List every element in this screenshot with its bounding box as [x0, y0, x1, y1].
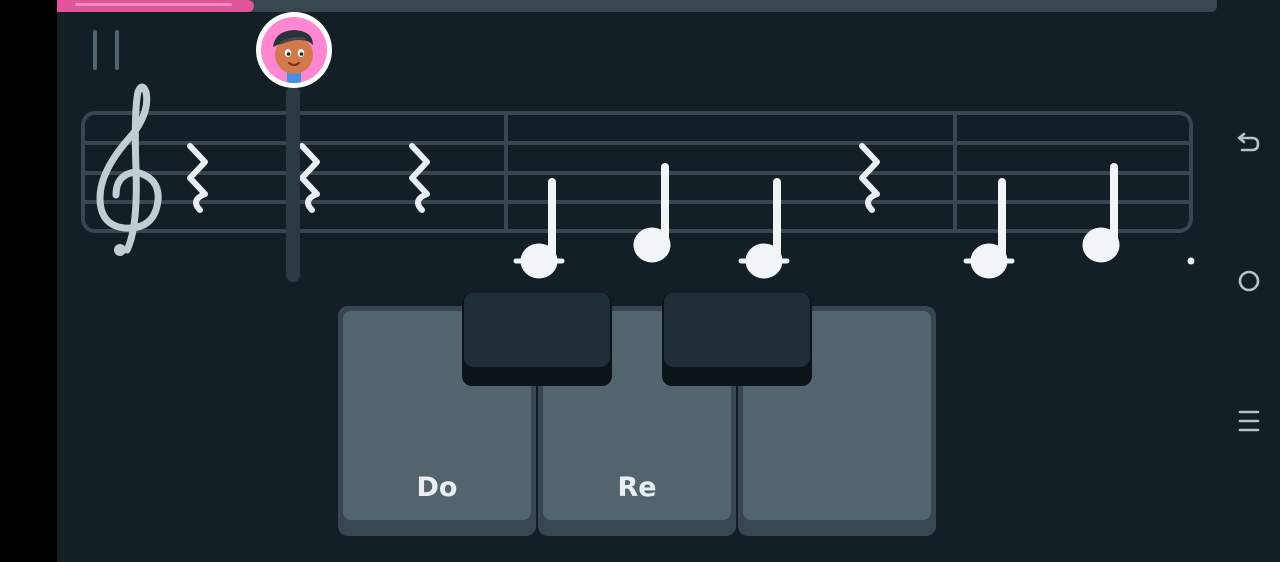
playhead-line	[286, 86, 300, 282]
piano-black-key[interactable]	[462, 293, 612, 386]
piano-black-key[interactable]	[662, 293, 812, 386]
next-note-hint	[1187, 257, 1195, 265]
character-face-icon	[273, 30, 313, 83]
home-icon[interactable]	[1232, 264, 1266, 298]
back-icon[interactable]	[1232, 124, 1266, 158]
quarter-note-re	[1082, 163, 1120, 263]
tutor-avatar	[256, 12, 332, 88]
key-label: Re	[617, 472, 657, 503]
recents-icon[interactable]	[1232, 404, 1266, 438]
quarter-note-re	[633, 163, 671, 263]
key-label: Do	[416, 472, 458, 503]
